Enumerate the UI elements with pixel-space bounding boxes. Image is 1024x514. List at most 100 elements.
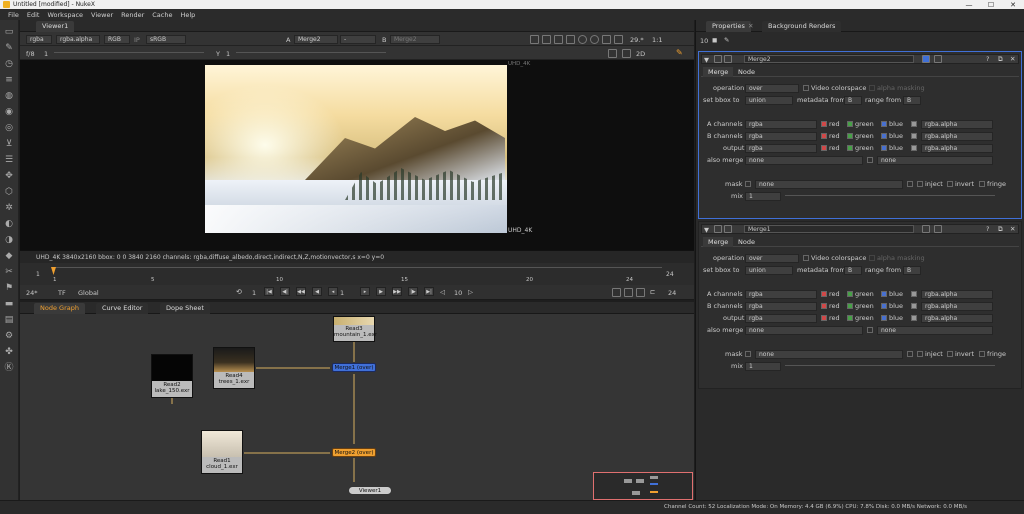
fringe-checkbox[interactable]: [979, 181, 985, 187]
menu-viewer[interactable]: Viewer: [91, 11, 113, 19]
inject-checkbox[interactable]: [917, 351, 923, 357]
particles-tool-icon[interactable]: ✲: [3, 202, 15, 214]
also-merge-checkbox[interactable]: [867, 327, 873, 333]
stop-icon[interactable]: [614, 35, 623, 44]
close-properties-tab-icon[interactable]: ✕: [748, 22, 753, 30]
a-input-dropdown[interactable]: Merge2: [294, 35, 338, 44]
lock-icon[interactable]: [602, 35, 611, 44]
out-green-checkbox[interactable]: [847, 145, 853, 151]
first-frame-button[interactable]: |◀: [264, 287, 274, 296]
metadata-dropdown[interactable]: B: [844, 96, 862, 105]
gear-tool-icon[interactable]: ⚙: [3, 330, 15, 342]
menu-cache[interactable]: Cache: [152, 11, 172, 19]
next-keyframe-button[interactable]: |▶: [408, 287, 418, 296]
output-dropdown[interactable]: rgba: [745, 144, 817, 153]
range-dropdown[interactable]: B: [903, 96, 921, 105]
b-channels-dropdown[interactable]: rgba: [745, 302, 817, 311]
video-colorspace-checkbox[interactable]: [803, 255, 809, 261]
timeline-track[interactable]: [52, 267, 662, 268]
mask-overlay-icon[interactable]: [554, 35, 563, 44]
close-window-button[interactable]: ✕: [1002, 1, 1024, 9]
grid-icon[interactable]: [622, 49, 631, 58]
flipbook-icon[interactable]: [612, 288, 621, 297]
a-red-checkbox[interactable]: [821, 291, 827, 297]
alpha-channel-dropdown[interactable]: rgba.alpha: [56, 35, 100, 44]
out-green-checkbox[interactable]: [847, 315, 853, 321]
mix-slider[interactable]: [785, 195, 995, 200]
mix-field[interactable]: 1: [745, 362, 781, 371]
tab-dope-sheet[interactable]: Dope Sheet: [160, 303, 210, 314]
merge2-tab-node[interactable]: Node: [733, 67, 760, 77]
merge1-name-field[interactable]: Merge1: [744, 225, 914, 233]
python-tool-icon[interactable]: ✤: [3, 346, 15, 358]
menu-workspace[interactable]: Workspace: [47, 11, 83, 19]
gamma-value[interactable]: 1: [226, 50, 230, 58]
pause-icon[interactable]: [578, 35, 587, 44]
views-tool-icon[interactable]: ◑: [3, 234, 15, 246]
out-red-checkbox[interactable]: [821, 315, 827, 321]
tab-properties[interactable]: Properties: [706, 21, 751, 32]
safe-area-icon[interactable]: [542, 35, 551, 44]
viewer-lut-dropdown[interactable]: sRGB: [146, 35, 186, 44]
b-alpha-dropdown[interactable]: rgba.alpha: [921, 302, 993, 311]
skip-back-10-icon[interactable]: ◁: [440, 288, 445, 296]
channel-tool-icon[interactable]: ≡: [3, 74, 15, 86]
collapse-icon[interactable]: ▼: [704, 226, 709, 234]
a-alpha-checkbox[interactable]: [911, 121, 917, 127]
b-alpha-dropdown[interactable]: rgba.alpha: [921, 132, 993, 141]
mask-dropdown[interactable]: none: [755, 350, 903, 359]
also-merge-b-dropdown[interactable]: none: [877, 156, 993, 165]
deep-tool-icon[interactable]: ◐: [3, 218, 15, 230]
time-tool-icon[interactable]: ◷: [3, 58, 15, 70]
undo-icon[interactable]: [934, 225, 942, 233]
playhead-marker-icon[interactable]: [51, 267, 56, 275]
merge1-tab-merge[interactable]: Merge: [703, 237, 734, 247]
menu-edit[interactable]: Edit: [27, 11, 40, 19]
out-blue-checkbox[interactable]: [881, 145, 887, 151]
node-read3[interactable]: Read3 mountain_1.exr: [333, 316, 377, 342]
filter-tool-icon[interactable]: ◉: [3, 106, 15, 118]
pencil-icon[interactable]: ✎: [676, 48, 683, 57]
merge1-tab-node[interactable]: Node: [733, 237, 760, 247]
a-alpha-checkbox[interactable]: [911, 291, 917, 297]
ip-toggle[interactable]: IP: [134, 36, 140, 44]
b-green-checkbox[interactable]: [847, 133, 853, 139]
image-tool-icon[interactable]: ▭: [3, 26, 15, 38]
skip-amount-field[interactable]: 10: [454, 289, 462, 297]
merge-tool-icon[interactable]: ⊻: [3, 138, 15, 150]
out-alpha-checkbox[interactable]: [911, 145, 917, 151]
b-alpha-checkbox[interactable]: [911, 303, 917, 309]
mask-channel-checkbox[interactable]: [907, 181, 913, 187]
node-viewer1[interactable]: Viewer1: [348, 486, 392, 495]
node-settings-icon[interactable]: [724, 225, 732, 233]
transform-tool-icon[interactable]: ✥: [3, 170, 15, 182]
b-blue-checkbox[interactable]: [881, 303, 887, 309]
range-dropdown[interactable]: Global: [78, 289, 99, 297]
node-read2[interactable]: Read2 lake_150.exr: [151, 354, 193, 398]
keyer-tool-icon[interactable]: ◎: [3, 122, 15, 134]
3d-tool-icon[interactable]: ⬡: [3, 186, 15, 198]
view-mode-dropdown[interactable]: 2D: [636, 50, 645, 58]
search-icon[interactable]: [922, 225, 930, 233]
draw-tool-icon[interactable]: ✎: [3, 42, 15, 54]
fstop-readout[interactable]: f/8: [26, 50, 35, 58]
tab-viewer1[interactable]: Viewer1: [36, 21, 75, 32]
skip-forward-button[interactable]: ▶▶: [392, 287, 402, 296]
a-red-checkbox[interactable]: [821, 121, 827, 127]
a-green-checkbox[interactable]: [847, 291, 853, 297]
node-read4[interactable]: Read4 trees_1.exr: [213, 347, 255, 389]
also-merge-a-dropdown[interactable]: none: [745, 326, 863, 335]
range-dropdown[interactable]: B: [903, 266, 921, 275]
operation-dropdown[interactable]: over: [745, 84, 799, 93]
b-input-dropdown[interactable]: Merge2: [390, 35, 440, 44]
crop-icon[interactable]: [608, 49, 617, 58]
cache-icon[interactable]: [624, 288, 633, 297]
next-frame-button[interactable]: ▸: [360, 287, 370, 296]
proxy-icon[interactable]: [636, 288, 645, 297]
time-format-dropdown[interactable]: TF: [58, 289, 66, 297]
out-alpha-dropdown[interactable]: rgba.alpha: [921, 144, 993, 153]
node-read1[interactable]: Read1 cloud_1.exr: [201, 430, 243, 474]
b-green-checkbox[interactable]: [847, 303, 853, 309]
gain-slider[interactable]: [54, 52, 204, 57]
also-merge-a-dropdown[interactable]: none: [745, 156, 863, 165]
